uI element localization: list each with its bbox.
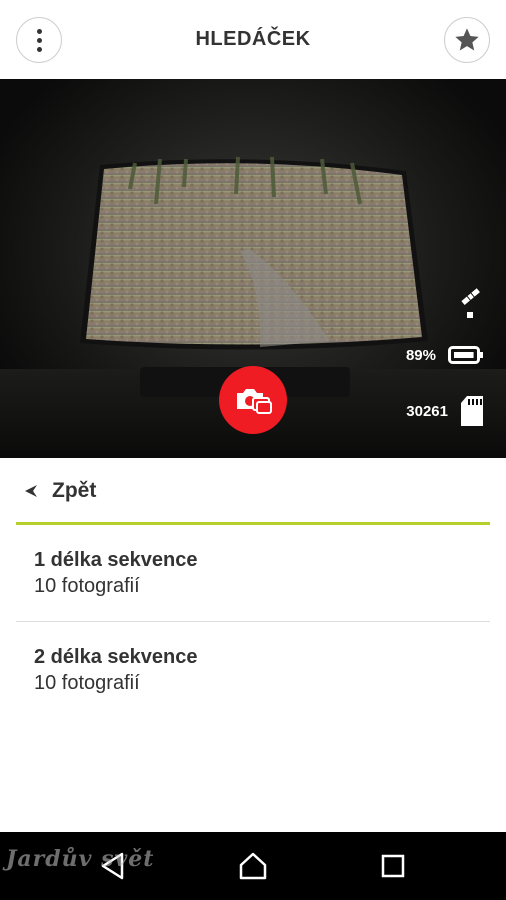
storage-status: 30261 <box>406 395 484 427</box>
back-label: Zpět <box>52 479 97 502</box>
app-header: HLEDÁČEK <box>0 0 506 79</box>
battery-icon <box>448 346 483 364</box>
battery-percentage: 89% <box>405 346 436 364</box>
sd-card-icon <box>461 396 483 426</box>
back-arrow-icon <box>16 484 46 498</box>
page-title: HLEDÁČEK <box>195 28 311 50</box>
list-item-title: 1 délka sekvence <box>34 549 198 571</box>
satellite-icon <box>461 288 480 318</box>
list-item-subtitle: 10 fotografií <box>34 575 140 597</box>
gps-status <box>458 285 484 319</box>
camera-viewfinder[interactable]: 89% 30261 <box>0 79 506 458</box>
list-item-title: 2 délka sekvence <box>34 646 198 668</box>
burst-camera-icon <box>237 389 272 414</box>
list-item[interactable]: 2 délka sekvence 10 fotografií <box>16 622 490 719</box>
list-item-subtitle: 10 fotografií <box>34 672 140 694</box>
watermark-text: Jardův svět <box>6 846 155 872</box>
square-recents-icon[interactable] <box>353 832 433 900</box>
house-home-icon[interactable] <box>213 832 293 900</box>
list-item[interactable]: 1 délka sekvence 10 fotografií <box>16 525 490 622</box>
remaining-photos: 30261 <box>406 402 448 420</box>
back-button[interactable]: Zpět <box>16 460 490 522</box>
star-icon[interactable] <box>444 17 490 63</box>
battery-status: 89% <box>406 345 484 365</box>
shutter-button[interactable] <box>219 366 287 434</box>
